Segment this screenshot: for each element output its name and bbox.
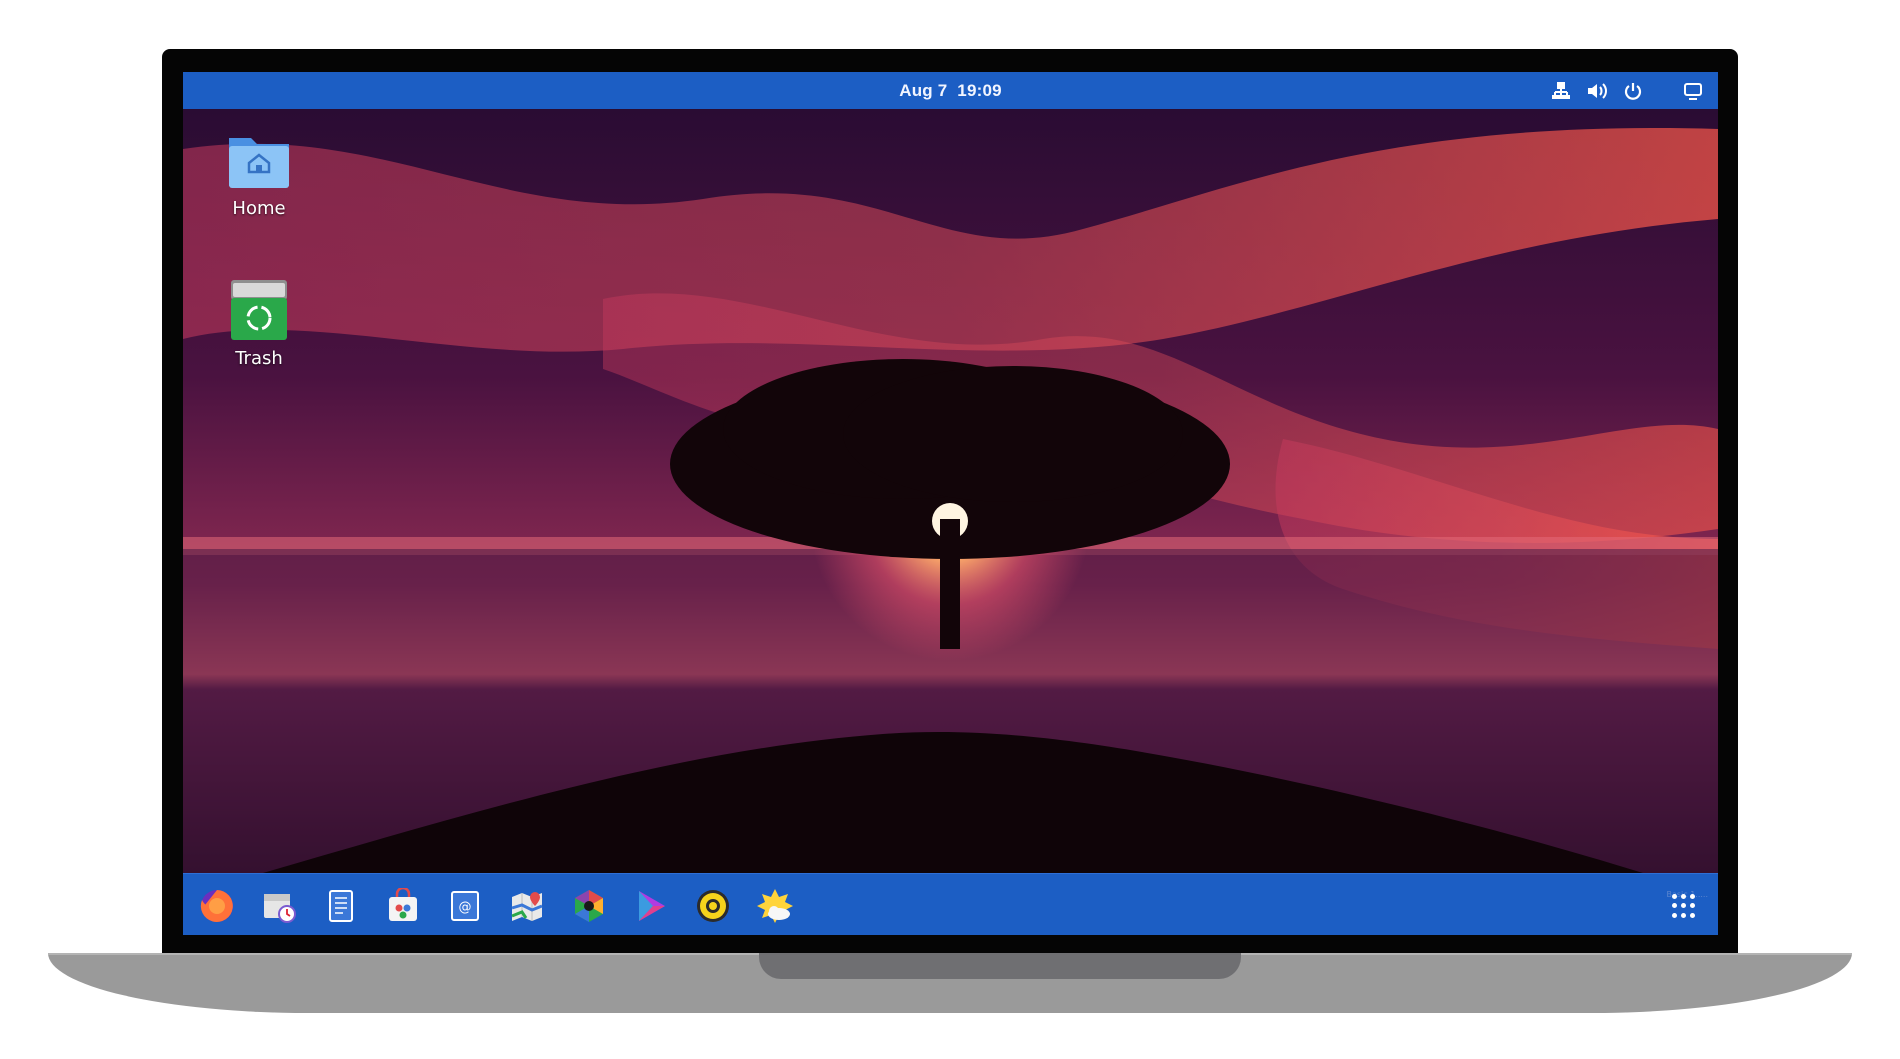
network-icon[interactable] [1550,80,1572,102]
laptop-base [48,953,1852,1013]
desktop-icon-label: Trash [235,348,283,369]
email-client-icon[interactable]: @ [446,887,484,925]
media-player-icon[interactable] [632,887,670,925]
top-panel: Aug 7 19:09 [183,72,1718,109]
laptop-notch [759,953,1241,979]
desktop-icon-home[interactable]: Home [199,128,319,219]
screen: Aug 7 19:09 Home Trash @ Basic 1..... [183,72,1718,935]
volume-icon[interactable] [1586,80,1608,102]
trash-icon [231,280,287,340]
desktop-icon-trash[interactable]: Trash [199,278,319,369]
maps-icon[interactable] [508,887,546,925]
firefox-icon[interactable] [198,887,236,925]
desktop-wallpaper [183,109,1718,873]
desktop-icon-label: Home [232,198,286,219]
calendar-clock-icon[interactable] [260,887,298,925]
svg-text:@: @ [459,900,472,915]
music-player-icon[interactable] [694,887,732,925]
photos-icon[interactable] [570,887,608,925]
weather-icon[interactable] [756,887,794,925]
text-editor-icon[interactable] [322,887,360,925]
power-icon[interactable] [1622,80,1644,102]
home-folder-icon [229,138,289,188]
dock: @ Basic 1..... [183,873,1718,935]
show-desktop-icon[interactable] [1682,80,1704,102]
system-tray [1550,72,1704,109]
app-grid-icon[interactable] [1672,894,1696,918]
clock[interactable]: Aug 7 19:09 [899,81,1002,101]
software-store-icon[interactable] [384,887,422,925]
